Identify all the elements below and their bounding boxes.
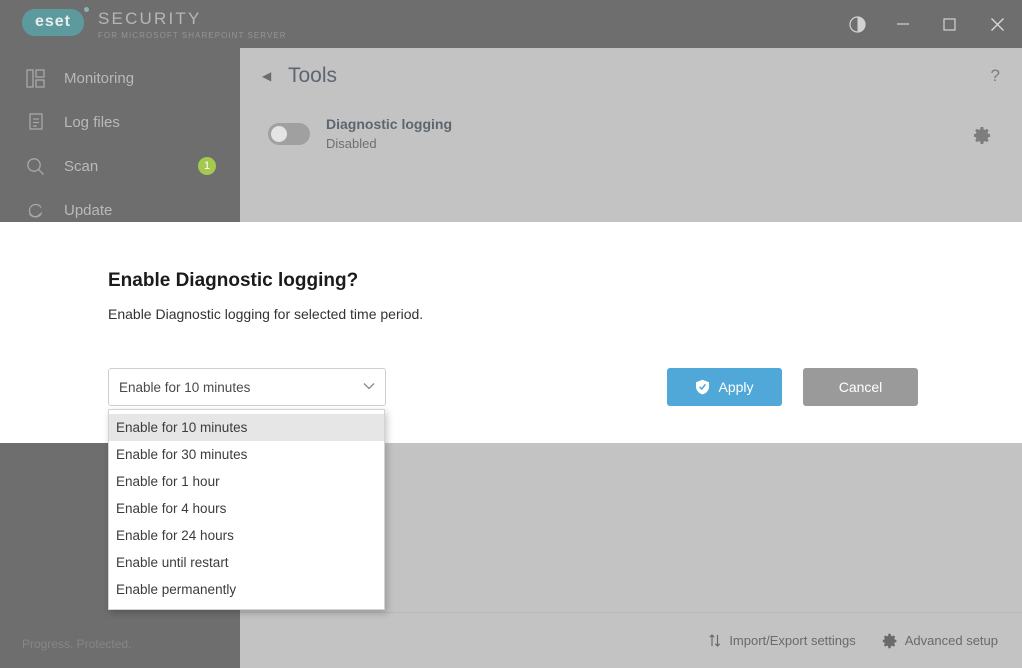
- sidebar-item-monitoring[interactable]: Monitoring: [0, 56, 240, 100]
- import-export-label: Import/Export settings: [729, 633, 855, 648]
- advanced-setup-label: Advanced setup: [905, 633, 998, 648]
- cancel-button[interactable]: Cancel: [803, 368, 918, 406]
- application-window: eset SECURITY FOR MICROSOFT SHAREPOINT S…: [0, 0, 1022, 668]
- brand-logo: eset SECURITY FOR MICROSOFT SHAREPOINT S…: [22, 9, 287, 40]
- sidebar-label-monitoring: Monitoring: [64, 70, 134, 87]
- apply-button[interactable]: Apply: [667, 368, 782, 406]
- product-name-block: SECURITY FOR MICROSOFT SHAREPOINT SERVER: [98, 10, 287, 40]
- sidebar-tagline: Progress. Protected.: [22, 637, 131, 651]
- cancel-label: Cancel: [839, 379, 883, 395]
- page-title: Tools: [288, 64, 337, 88]
- dialog-title: Enable Diagnostic logging?: [108, 270, 358, 292]
- sidebar-label-scan: Scan: [64, 158, 98, 175]
- chevron-down-icon: [363, 381, 375, 393]
- dropdown-option[interactable]: Enable until restart: [109, 549, 384, 576]
- scan-badge: 1: [198, 157, 216, 175]
- product-name: SECURITY: [98, 10, 287, 28]
- refresh-icon: [22, 197, 48, 223]
- import-export-settings-link[interactable]: Import/Export settings: [708, 633, 855, 648]
- footer-bar: Import/Export settings Advanced setup: [240, 612, 1022, 668]
- setting-title: Diagnostic logging: [326, 116, 452, 132]
- dropdown-option[interactable]: Enable permanently: [109, 576, 384, 603]
- gear-icon: [882, 633, 898, 649]
- time-period-selected-value: Enable for 10 minutes: [119, 380, 363, 395]
- toggle-knob: [271, 126, 287, 142]
- apply-label: Apply: [718, 379, 753, 395]
- shield-icon: [695, 379, 710, 395]
- window-controls: [834, 0, 1022, 48]
- advanced-setup-link[interactable]: Advanced setup: [882, 633, 998, 649]
- page-header: ◀ Tools ?: [240, 48, 1022, 104]
- time-period-select[interactable]: Enable for 10 minutes: [108, 368, 386, 406]
- contrast-toggle-icon[interactable]: [834, 0, 880, 48]
- diagnostic-logging-toggle[interactable]: [268, 123, 310, 145]
- dropdown-option[interactable]: Enable for 1 hour: [109, 468, 384, 495]
- dropdown-option[interactable]: Enable for 10 minutes: [109, 414, 384, 441]
- minimize-icon[interactable]: [880, 0, 926, 48]
- gear-icon[interactable]: [973, 126, 992, 150]
- dropdown-option[interactable]: Enable for 4 hours: [109, 495, 384, 522]
- sidebar-item-log-files[interactable]: Log files: [0, 100, 240, 144]
- close-icon[interactable]: [972, 0, 1022, 48]
- dropdown-option[interactable]: Enable for 30 minutes: [109, 441, 384, 468]
- product-subtitle: FOR MICROSOFT SHAREPOINT SERVER: [98, 31, 287, 40]
- back-arrow-icon[interactable]: ◀: [262, 69, 276, 83]
- setting-state: Disabled: [326, 136, 452, 151]
- sidebar-label-log-files: Log files: [64, 114, 120, 131]
- diagnostic-logging-row: Diagnostic logging Disabled: [240, 104, 1022, 151]
- title-bar: eset SECURITY FOR MICROSOFT SHAREPOINT S…: [0, 0, 1022, 48]
- import-export-icon: [708, 633, 722, 648]
- maximize-icon[interactable]: [926, 0, 972, 48]
- help-icon[interactable]: ?: [991, 66, 1000, 86]
- eset-logo-mark: eset: [22, 9, 84, 36]
- dialog-description: Enable Diagnostic logging for selected t…: [108, 306, 423, 322]
- sidebar-item-scan[interactable]: Scan 1: [0, 144, 240, 188]
- time-period-dropdown-list[interactable]: Enable for 10 minutes Enable for 30 minu…: [108, 409, 385, 610]
- document-icon: [22, 109, 48, 135]
- sidebar-label-update: Update: [64, 202, 112, 219]
- setting-text-block: Diagnostic logging Disabled: [326, 116, 452, 151]
- dashboard-icon: [22, 65, 48, 91]
- magnifier-icon: [22, 153, 48, 179]
- dropdown-option[interactable]: Enable for 24 hours: [109, 522, 384, 549]
- eset-logo-text: eset: [35, 14, 71, 30]
- logo-dot: [84, 7, 89, 12]
